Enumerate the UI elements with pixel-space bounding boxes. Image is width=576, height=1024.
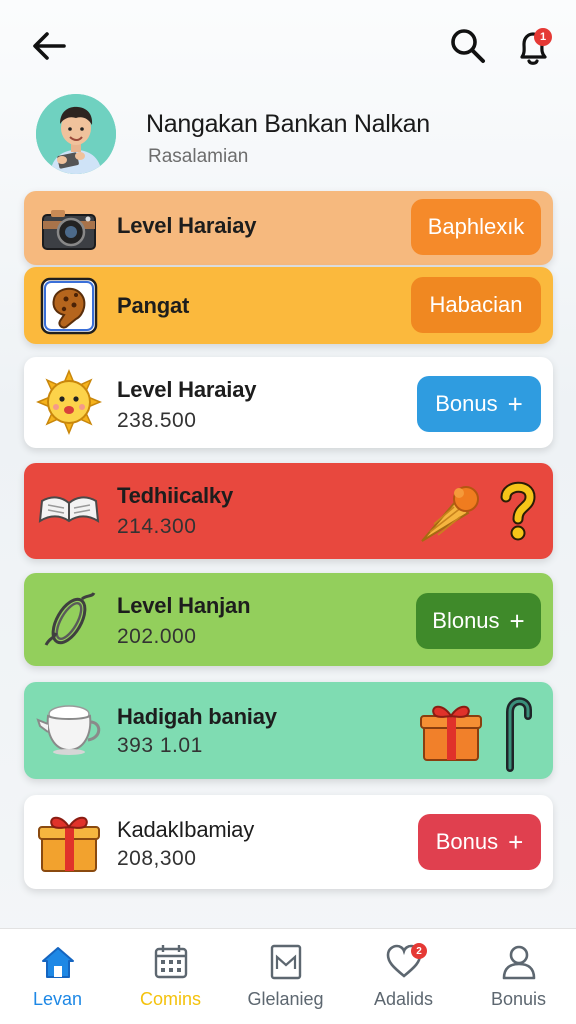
search-button[interactable] bbox=[448, 26, 488, 66]
nav-label: Glelanieg bbox=[247, 989, 324, 1009]
plus-icon: + bbox=[508, 826, 524, 857]
nav-label: Adalids bbox=[373, 989, 434, 1009]
card-value: 202.000 bbox=[117, 625, 197, 648]
question-mark-icon bbox=[498, 479, 538, 543]
back-arrow-icon bbox=[33, 32, 66, 60]
card-title: Hadigah baniay bbox=[117, 704, 277, 729]
nav-badge: 2 bbox=[411, 943, 427, 959]
rope-icon bbox=[36, 587, 102, 653]
card-bonus-button[interactable]: Bonus + bbox=[418, 814, 541, 870]
cane-icon bbox=[494, 690, 534, 772]
plus-icon: + bbox=[507, 388, 523, 419]
card-value: 393 1.01 bbox=[117, 734, 203, 757]
person-avatar-icon bbox=[36, 94, 116, 174]
nav-tab-levan[interactable]: Levan bbox=[0, 929, 115, 1024]
card-title: Level Haraiay bbox=[117, 377, 257, 402]
nav-label: Levan bbox=[32, 989, 83, 1009]
card-value: 214.300 bbox=[117, 515, 197, 538]
card-title: KadakIbamiay bbox=[117, 817, 255, 842]
card-action-button[interactable]: Habacian bbox=[411, 277, 541, 333]
nav-tab-bonuis[interactable]: Bonuis bbox=[461, 929, 576, 1024]
bonus-button-label: Bonus bbox=[435, 391, 498, 416]
card-title: Level Hanjan bbox=[117, 593, 251, 618]
profile-name: Nangakan Bankan Nalkan bbox=[146, 110, 430, 138]
teapot-icon bbox=[36, 698, 102, 764]
profile-subtitle: Rasalamian bbox=[148, 146, 249, 167]
card-bonus-button[interactable]: Bonus + bbox=[417, 376, 541, 432]
back-button[interactable] bbox=[30, 28, 70, 64]
user-icon bbox=[502, 945, 536, 980]
reward-card-4[interactable]: Tedhiicalky 214.300 bbox=[24, 463, 553, 559]
bookmark-icon bbox=[270, 944, 302, 980]
reward-card-3[interactable]: Level Haraiay 238.500 Bonus + bbox=[24, 357, 553, 448]
gift-box-icon bbox=[418, 698, 484, 764]
gift-icon bbox=[36, 809, 102, 875]
home-icon bbox=[42, 947, 74, 978]
avatar[interactable] bbox=[36, 94, 116, 174]
nav-label: Bonuis bbox=[490, 989, 547, 1009]
notifications-button[interactable]: 1 bbox=[512, 26, 556, 70]
bottom-navigation: Levan Comins Glelanieg 2 Adalids Bonuis bbox=[0, 928, 576, 1024]
nav-label: Comins bbox=[139, 989, 201, 1009]
notification-count-badge: 1 bbox=[534, 28, 552, 46]
calendar-icon bbox=[154, 945, 188, 979]
nav-tab-comins[interactable]: Comins bbox=[113, 929, 228, 1024]
bonus-button-label: Blonus bbox=[432, 608, 500, 633]
card-title: Pangat bbox=[117, 293, 190, 318]
card-action-button[interactable]: Baphlexık bbox=[411, 199, 541, 255]
card-value: 238.500 bbox=[117, 409, 197, 432]
reward-card-5[interactable]: Level Hanjan 202.000 Blonus + bbox=[24, 573, 553, 666]
sun-icon bbox=[36, 369, 102, 435]
reward-card-2[interactable]: Pangat Habacian bbox=[24, 267, 553, 344]
reward-card-1[interactable]: Level Haraiay Baphlexık bbox=[24, 191, 553, 265]
camera-icon bbox=[36, 195, 102, 261]
nav-tab-adalids[interactable]: 2 Adalids bbox=[346, 929, 461, 1024]
card-bonus-button[interactable]: Blonus + bbox=[416, 593, 541, 649]
plus-icon: + bbox=[509, 605, 525, 636]
card-title: Level Haraiay bbox=[117, 213, 257, 238]
top-bar: 1 bbox=[0, 0, 576, 90]
card-title: Tedhiicalky bbox=[117, 483, 233, 508]
search-icon bbox=[451, 29, 485, 63]
profile-header: Nangakan Bankan Nalkan Rasalamian bbox=[36, 94, 556, 176]
card-value: 208,300 bbox=[117, 847, 197, 870]
ice-cream-cone-icon bbox=[416, 477, 490, 547]
bonus-button-label: Bonus bbox=[435, 829, 499, 854]
cookie-icon bbox=[36, 273, 102, 339]
nav-tab-glelanieg[interactable]: Glelanieg bbox=[228, 929, 343, 1024]
reward-card-6[interactable]: Hadigah baniay 393 1.01 bbox=[24, 682, 553, 779]
reward-card-7[interactable]: KadakIbamiay 208,300 Bonus + bbox=[24, 795, 553, 889]
open-book-icon bbox=[36, 477, 102, 543]
